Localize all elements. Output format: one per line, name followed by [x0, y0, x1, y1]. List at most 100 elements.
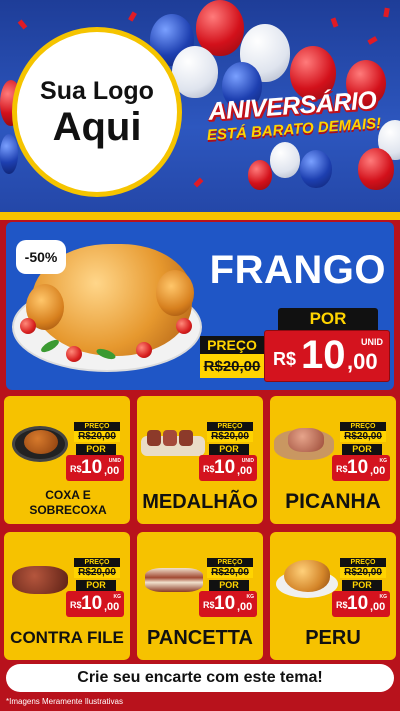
picanha-board-image — [274, 416, 340, 466]
card-product-name: COXA E SOBRECOXA — [29, 488, 107, 517]
card-price: R$ 10 ,00 UNID — [66, 455, 124, 481]
logo-text-bottom: Aqui — [52, 104, 142, 149]
card-product-name: PICANHA — [285, 490, 381, 513]
confetti-decoration — [330, 17, 339, 28]
product-card: PREÇO R$20,00 POR R$ 10 ,00 KG PICANHA — [270, 396, 396, 524]
balloon-decoration — [270, 142, 300, 178]
featured-price: R$ 10 ,00 UNID — [264, 330, 390, 382]
card-price-integer: 10 — [347, 457, 369, 478]
card-price: R$ 10 ,00 KG — [332, 591, 390, 617]
card-price-decimal: ,00 — [370, 601, 386, 613]
chicken-leg-image — [156, 270, 194, 316]
card-old-price: R$20,00 — [74, 431, 120, 442]
card-price-unit: KG — [113, 594, 122, 600]
card-preco-label: PREÇO — [74, 422, 120, 431]
confetti-decoration — [383, 7, 390, 18]
yellow-divider — [0, 212, 400, 220]
card-old-price: R$20,00 — [74, 567, 120, 578]
card-product-name: MEDALHÃO — [142, 491, 258, 513]
balloon-decoration — [358, 148, 394, 190]
cta-button[interactable]: Crie seu encarte com este tema! — [6, 664, 394, 692]
card-price-currency: R$ — [70, 600, 82, 610]
price-decimal: ,00 — [347, 349, 378, 374]
card-price-currency: R$ — [203, 600, 215, 610]
featured-product: -50% FRANGO PREÇO R$20,00 POR R$ 10 ,00 … — [6, 222, 394, 390]
card-price-integer: 10 — [81, 593, 103, 614]
tomato-garnish — [20, 318, 36, 334]
balloon-decoration — [0, 134, 18, 174]
header-banner: Sua Logo Aqui ANIVERSÁRIO ESTÁ BARATO DE… — [0, 0, 400, 212]
card-price: R$ 10 ,00 UNID — [199, 455, 257, 481]
card-old-price: R$20,00 — [340, 567, 386, 578]
logo-placeholder: Sua Logo Aqui — [12, 27, 182, 197]
card-price-decimal: ,00 — [237, 601, 253, 613]
card-old-price: R$20,00 — [207, 567, 253, 578]
card-price-unit: KG — [246, 594, 255, 600]
card-por-label: POR — [342, 580, 382, 591]
product-grid: PREÇO R$20,00 POR R$ 10 ,00 UNID COXA E … — [4, 396, 396, 660]
tomato-garnish — [66, 346, 82, 362]
card-price-integer: 10 — [214, 593, 236, 614]
card-price-integer: 10 — [347, 593, 369, 614]
chicken-pan-image — [8, 416, 74, 466]
card-price-decimal: ,00 — [104, 465, 120, 477]
pancetta-image — [141, 552, 207, 602]
card-product-name: PERU — [305, 627, 361, 649]
card-price-integer: 10 — [81, 457, 103, 478]
card-por-label: POR — [209, 580, 249, 591]
balloon-decoration — [248, 160, 272, 190]
confetti-decoration — [193, 177, 204, 188]
confetti-decoration — [367, 36, 378, 45]
card-product-name: CONTRA FILE — [10, 628, 124, 647]
product-card: PREÇO R$20,00 POR R$ 10 ,00 KG PERU — [270, 532, 396, 660]
card-old-price: R$20,00 — [340, 431, 386, 442]
price-currency: R$ — [273, 349, 297, 369]
card-preco-label: PREÇO — [207, 558, 253, 567]
tomato-garnish — [136, 342, 152, 358]
card-product-name: PANCETTA — [147, 627, 253, 649]
preco-label: PREÇO — [200, 336, 264, 354]
product-card: PREÇO R$20,00 POR R$ 10 ,00 UNID MEDALHÃ… — [137, 396, 263, 524]
card-preco-label: PREÇO — [207, 422, 253, 431]
medallion-skewer-image — [141, 416, 207, 466]
card-price-currency: R$ — [336, 464, 348, 474]
old-price-value: R$20,00 — [203, 357, 261, 375]
card-price: R$ 10 ,00 KG — [332, 455, 390, 481]
card-preco-label: PREÇO — [340, 422, 386, 431]
card-por-label: POR — [209, 444, 249, 455]
card-price-unit: UNID — [241, 458, 254, 464]
tomato-garnish — [176, 318, 192, 334]
card-price-integer: 10 — [214, 457, 236, 478]
card-price-decimal: ,00 — [104, 601, 120, 613]
disclaimer-text: *Imagens Meramente Ilustrativas — [6, 697, 123, 706]
card-old-price: R$20,00 — [207, 431, 253, 442]
card-price-decimal: ,00 — [237, 465, 253, 477]
card-price-currency: R$ — [203, 464, 215, 474]
confetti-decoration — [17, 19, 28, 30]
card-price: R$ 10 ,00 KG — [199, 591, 257, 617]
confetti-decoration — [128, 11, 137, 22]
card-price-unit: UNID — [108, 458, 121, 464]
card-price-unit: KG — [379, 458, 388, 464]
card-price-currency: R$ — [336, 600, 348, 610]
balloon-decoration — [300, 150, 332, 188]
card-preco-label: PREÇO — [340, 558, 386, 567]
turkey-image — [274, 552, 340, 602]
price-unit: UNID — [361, 337, 383, 347]
old-price: R$20,00 — [200, 354, 264, 378]
por-label: POR — [278, 308, 378, 330]
featured-product-name: FRANGO — [209, 248, 386, 292]
steak-image — [8, 552, 74, 602]
card-price-unit: KG — [379, 594, 388, 600]
product-card: PREÇO R$20,00 POR R$ 10 ,00 KG PANCETTA — [137, 532, 263, 660]
price-integer: 10 — [301, 333, 346, 377]
card-por-label: POR — [76, 444, 116, 455]
card-por-label: POR — [342, 444, 382, 455]
card-por-label: POR — [76, 580, 116, 591]
card-price-decimal: ,00 — [370, 465, 386, 477]
card-preco-label: PREÇO — [74, 558, 120, 567]
logo-text-top: Sua Logo — [40, 76, 154, 105]
product-card: PREÇO R$20,00 POR R$ 10 ,00 UNID COXA E … — [4, 396, 130, 524]
product-card: PREÇO R$20,00 POR R$ 10 ,00 KG CONTRA FI… — [4, 532, 130, 660]
discount-badge: -50% — [16, 240, 66, 274]
